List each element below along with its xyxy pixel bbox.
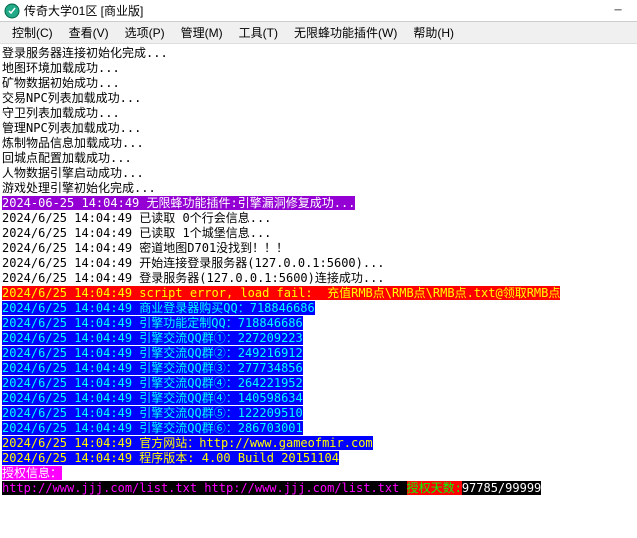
menu-control[interactable]: 控制(C) xyxy=(4,22,61,43)
menu-tools[interactable]: 工具(T) xyxy=(231,22,286,43)
log-init-line: 登录服务器连接初始化完成... xyxy=(2,46,635,61)
log-status-line: 2024/6/25 14:04:49 已读取 0个行会信息... xyxy=(2,211,635,226)
log-plugin-line: 2024-06-25 14:04:49 无限蜂功能插件:引擎漏洞修复成功... xyxy=(2,196,355,210)
menu-options[interactable]: 选项(P) xyxy=(117,22,173,43)
log-init-line: 矿物数据初始成功... xyxy=(2,76,635,91)
auth-label: 授权信息： xyxy=(2,466,62,480)
log-init-line: 地图环境加载成功... xyxy=(2,61,635,76)
titlebar: 传奇大学01区 [商业版] ─ xyxy=(0,0,637,22)
menubar: 控制(C) 查看(V) 选项(P) 管理(M) 工具(T) 无限蜂功能插件(W)… xyxy=(0,22,637,44)
log-info-line: 2024/6/25 14:04:49 引擎交流QQ群④：140598634 xyxy=(2,391,303,405)
log-info-line: 2024/6/25 14:04:49 商业登录器购买QQ：718846686 xyxy=(2,301,315,315)
log-info-line: 2024/6/25 14:04:49 引擎功能定制QQ：718846686 xyxy=(2,316,303,330)
app-icon xyxy=(4,3,20,19)
log-info-line: 2024/6/25 14:04:49 引擎交流QQ群⑤：122209510 xyxy=(2,406,303,420)
log-info-line: 2024/6/25 14:04:49 引擎交流QQ群③：277734856 xyxy=(2,361,303,375)
menu-manage[interactable]: 管理(M) xyxy=(173,22,231,43)
log-init-line: 炼制物品信息加载成功... xyxy=(2,136,635,151)
log-info-line: 2024/6/25 14:04:49 程序版本: 4.00 Build 2015… xyxy=(2,451,339,465)
log-info-line: 2024/6/25 14:04:49 官方网站：http://www.gameo… xyxy=(2,436,373,450)
log-init-line: 交易NPC列表加载成功... xyxy=(2,91,635,106)
auth-days-label: 授权天数: xyxy=(407,481,462,495)
menu-plugin[interactable]: 无限蜂功能插件(W) xyxy=(286,22,405,43)
log-init-line: 守卫列表加载成功... xyxy=(2,106,635,121)
log-info-line: 2024/6/25 14:04:49 引擎交流QQ群④：264221952 xyxy=(2,376,303,390)
log-info-line: 2024/6/25 14:04:49 引擎交流QQ群②：249216912 xyxy=(2,346,303,360)
log-init-line: 游戏处理引擎初始化完成... xyxy=(2,181,635,196)
log-init-line: 回城点配置加载成功... xyxy=(2,151,635,166)
log-status-line: 2024/6/25 14:04:49 开始连接登录服务器(127.0.0.1:5… xyxy=(2,256,635,271)
bottom-urls: http://www.jjj.com/list.txt http://www.j… xyxy=(2,481,407,495)
minimize-button[interactable]: ─ xyxy=(603,1,633,21)
auth-days-value: 97785/99999 xyxy=(462,481,541,495)
log-area[interactable]: 登录服务器连接初始化完成...地图环境加载成功...矿物数据初始成功...交易N… xyxy=(0,44,637,498)
log-init-line: 管理NPC列表加载成功... xyxy=(2,121,635,136)
log-status-line: 2024/6/25 14:04:49 已读取 1个城堡信息... xyxy=(2,226,635,241)
log-init-line: 人物数据引擎启动成功... xyxy=(2,166,635,181)
bottom-line: http://www.jjj.com/list.txt http://www.j… xyxy=(2,481,635,496)
log-error-line: 2024/6/25 14:04:49 script error, load fa… xyxy=(2,286,560,300)
log-status-line: 2024/6/25 14:04:49 登录服务器(127.0.0.1:5600)… xyxy=(2,271,635,286)
window-controls: ─ xyxy=(603,1,633,21)
title-text: 传奇大学01区 [商业版] xyxy=(24,2,143,19)
log-info-line: 2024/6/25 14:04:49 引擎交流QQ群①：227209223 xyxy=(2,331,303,345)
log-info-line: 2024/6/25 14:04:49 引擎交流QQ群⑥：286703001 xyxy=(2,421,303,435)
menu-view[interactable]: 查看(V) xyxy=(61,22,117,43)
log-status-line: 2024/6/25 14:04:49 密道地图D701没找到！！！ xyxy=(2,241,635,256)
menu-help[interactable]: 帮助(H) xyxy=(405,22,462,43)
